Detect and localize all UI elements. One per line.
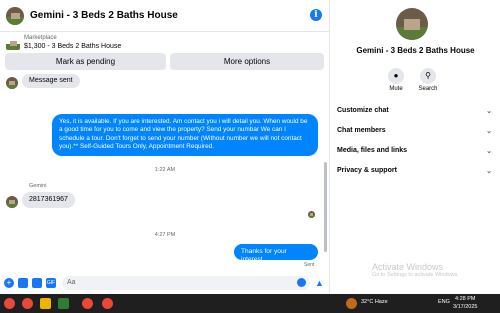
scrollbar-thumb[interactable] [324, 162, 327, 252]
chevron-down-icon: ⌄ [486, 148, 492, 155]
message-bubble-received: 2817361967 [22, 192, 75, 208]
chevron-down-icon: ⌄ [486, 128, 492, 135]
clock-date[interactable]: 3/17/2025 [453, 304, 477, 310]
sent-status: Sent [304, 262, 315, 268]
chrome-icon[interactable] [102, 298, 113, 309]
message-input[interactable]: Aa [62, 276, 310, 290]
section-privacy-support[interactable]: Privacy & support ⌄ [337, 167, 492, 175]
search-label[interactable]: Search [413, 86, 443, 92]
sender-name: Gemini [29, 183, 47, 189]
sticker-icon[interactable] [32, 278, 42, 288]
info-icon[interactable]: i [310, 9, 322, 21]
gif-icon[interactable]: GIF [46, 278, 56, 288]
mute-label[interactable]: Mute [381, 86, 411, 92]
chrome-icon[interactable] [22, 298, 33, 309]
excel-icon[interactable] [58, 298, 69, 309]
section-chat-members[interactable]: Chat members ⌄ [337, 127, 492, 135]
bell-icon[interactable]: ● [388, 68, 404, 84]
chat-title[interactable]: Gemini - 3 Beds 2 Baths House [30, 10, 178, 21]
section-media-files-links[interactable]: Media, files and links ⌄ [337, 147, 492, 155]
message-timestamp: 4:27 PM [154, 232, 176, 238]
language-indicator[interactable]: ENG [438, 299, 450, 305]
message-scrollbar[interactable] [323, 74, 328, 272]
activate-windows-title: Activate Windows [372, 262, 444, 272]
section-customize-chat[interactable]: Customize chat ⌄ [337, 107, 492, 115]
message-avatar [6, 196, 18, 208]
emoji-icon[interactable] [297, 278, 306, 287]
chat-header: Gemini - 3 Beds 2 Baths House i [0, 0, 330, 32]
image-icon[interactable] [18, 278, 28, 288]
listing-title[interactable]: $1,300 - 3 Beds 2 Baths House [24, 43, 121, 50]
composer: + GIF Aa ▲ [0, 272, 330, 294]
chrome-icon[interactable] [4, 298, 15, 309]
message-input-placeholder: Aa [67, 279, 76, 286]
message-avatar [6, 77, 18, 89]
thumbs-up-icon[interactable]: ▲ [315, 278, 325, 288]
message-bubble-sent: Thanks for your interest. [234, 244, 318, 263]
search-icon[interactable]: ⚲ [420, 68, 436, 84]
plus-icon[interactable]: + [4, 278, 14, 288]
message-timestamp: 1:22 AM [154, 167, 176, 173]
message-bubble-sent: Yes, it is available. If you are interes… [52, 114, 318, 156]
profile-avatar[interactable] [396, 8, 428, 40]
mark-pending-button[interactable]: Mark as pending [5, 53, 166, 70]
activate-windows-subtitle: Go to Settings to activate Windows. [372, 272, 459, 278]
message-list: Message sent Yes, it is available. If yo… [0, 74, 330, 272]
chrome-icon[interactable] [82, 298, 93, 309]
taskbar: 32°C Haze ENG 4:28 PM 3/17/2025 [0, 294, 500, 313]
weather-text[interactable]: 32°C Haze [361, 299, 388, 305]
seen-avatar-icon [308, 211, 315, 218]
chevron-down-icon: ⌄ [486, 168, 492, 175]
listing-thumbnail[interactable] [6, 36, 20, 50]
contact-avatar[interactable] [6, 6, 24, 25]
message-bubble-received: Message sent [22, 74, 80, 88]
chat-panel: Gemini - 3 Beds 2 Baths House i Marketpl… [0, 0, 330, 294]
folder-icon[interactable] [40, 298, 51, 309]
more-options-button[interactable]: More options [170, 53, 324, 70]
listing-label: Marketplace [24, 35, 57, 41]
weather-icon[interactable] [346, 298, 357, 309]
conversation-details: Gemini - 3 Beds 2 Baths House ● Mute ⚲ S… [331, 0, 500, 294]
clock-time[interactable]: 4:28 PM [455, 296, 475, 302]
chevron-down-icon: ⌄ [486, 108, 492, 115]
profile-name[interactable]: Gemini - 3 Beds 2 Baths House [331, 46, 500, 55]
